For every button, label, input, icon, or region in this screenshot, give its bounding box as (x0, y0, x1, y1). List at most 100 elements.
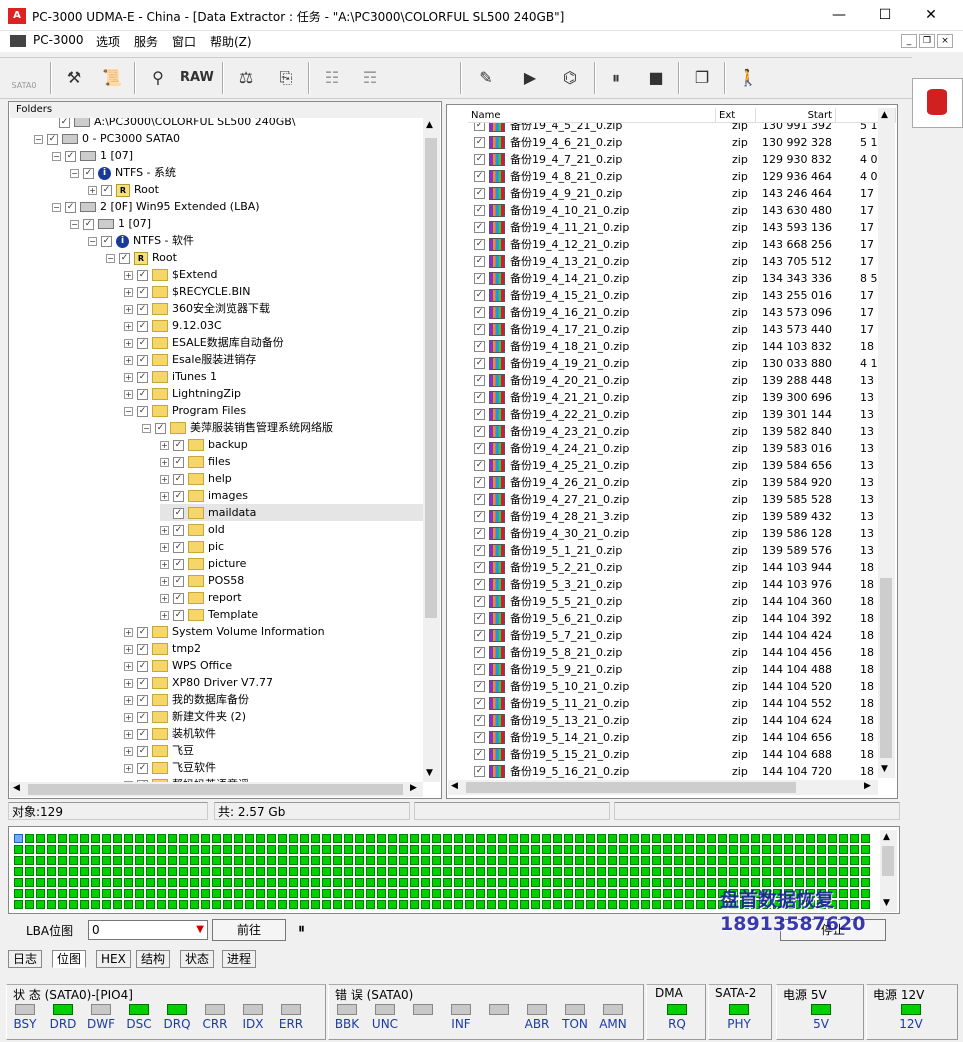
scroll-icon[interactable]: 📜 (96, 62, 128, 94)
expand-icon[interactable]: + (88, 185, 97, 195)
file-row[interactable]: ✓ 备份19_4_30_21_0.zip zip 139 586 128 13 7 (448, 525, 878, 542)
menu-service[interactable]: 服务 (134, 33, 158, 50)
checkbox[interactable]: ✓ (474, 681, 485, 692)
tree-node[interactable]: + ✓ 装机软件 (124, 725, 216, 742)
tree-node[interactable]: + ✓ XP80 Driver V7.77 (124, 674, 273, 691)
file-row[interactable]: ✓ 备份19_5_9_21_0.zip zip 144 104 488 18 2 (448, 661, 878, 678)
tree-node[interactable]: + ✓ $Extend (124, 266, 218, 283)
checkbox[interactable]: ✓ (474, 205, 485, 216)
checkbox[interactable]: ✓ (474, 239, 485, 250)
checkbox[interactable]: ✓ (137, 371, 148, 383)
file-row[interactable]: ✓ 备份19_4_6_21_0.zip zip 130 992 328 5 1 (448, 134, 878, 151)
column-ext[interactable]: Ext (716, 108, 756, 123)
tree-export-icon[interactable]: ☶ (354, 62, 386, 94)
checkbox[interactable]: ✓ (474, 426, 485, 437)
expand-icon[interactable]: + (160, 457, 169, 467)
list-scroll-thumb[interactable] (880, 578, 892, 758)
tab-bitmap[interactable]: 位图 (52, 950, 87, 968)
checkbox[interactable]: ✓ (173, 490, 184, 502)
file-row[interactable]: ✓ 备份19_5_10_21_0.zip zip 144 104 520 18 2 (448, 678, 878, 695)
checkbox[interactable]: ✓ (474, 443, 485, 454)
tree-node[interactable]: − ✓ 美萍服装销售管理系统网络版 (142, 419, 333, 436)
file-row[interactable]: ✓ 备份19_4_11_21_0.zip zip 143 593 136 17 7 (448, 219, 878, 236)
tree-node[interactable]: + ✓ old (160, 521, 225, 538)
file-row[interactable]: ✓ 备份19_4_17_21_0.zip zip 143 573 440 17 7 (448, 321, 878, 338)
tree-node[interactable]: + ✓ images (160, 487, 248, 504)
file-row[interactable]: ✓ 备份19_5_3_21_0.zip zip 144 103 976 18 2 (448, 576, 878, 593)
tree-node[interactable]: − ✓ 2 [0F] Win95 Extended (LBA) (52, 198, 260, 215)
checkbox[interactable]: ✓ (83, 167, 94, 179)
file-row[interactable]: ✓ 备份19_4_25_21_0.zip zip 139 584 656 13 7 (448, 457, 878, 474)
file-row[interactable]: ✓ 备份19_4_8_21_0.zip zip 129 936 464 4 0 (448, 168, 878, 185)
file-row[interactable]: ✓ 备份19_4_23_21_0.zip zip 139 582 840 13 7 (448, 423, 878, 440)
pause-icon[interactable]: ⏸ (600, 62, 632, 94)
tree-horizontal-scrollbar[interactable]: ◀ ▶ (10, 782, 423, 797)
expand-icon[interactable]: + (124, 338, 133, 348)
tree-node[interactable]: + ✓ help (160, 470, 232, 487)
scroll-left-icon[interactable]: ◀ (451, 781, 458, 791)
file-row[interactable]: ✓ 备份19_5_16_21_0.zip zip 144 104 720 18 2 (448, 763, 878, 778)
checkbox[interactable]: ✓ (474, 222, 485, 233)
checkbox[interactable]: ✓ (137, 320, 148, 332)
expand-icon[interactable]: + (124, 355, 133, 365)
collapse-icon[interactable]: − (70, 168, 79, 178)
checkbox[interactable]: ✓ (474, 562, 485, 573)
checkbox[interactable]: ✓ (474, 647, 485, 658)
file-row[interactable]: ✓ 备份19_4_18_21_0.zip zip 144 103 832 18 2 (448, 338, 878, 355)
tree-node[interactable]: + ✓ POS58 (160, 572, 244, 589)
edit-task-icon[interactable]: ✎ (470, 62, 502, 94)
binoculars-icon[interactable]: ⚲ (142, 62, 174, 94)
tree-node[interactable]: + ✓ WPS Office (124, 657, 232, 674)
file-row[interactable]: ✓ 备份19_4_16_21_0.zip zip 143 573 096 17 7 (448, 304, 878, 321)
checkbox[interactable]: ✓ (173, 473, 184, 485)
expand-icon[interactable]: + (160, 474, 169, 484)
tree-node[interactable]: + ✓ ESALE数据库自动备份 (124, 334, 284, 351)
expand-icon[interactable]: + (124, 763, 133, 773)
file-row[interactable]: ✓ 备份19_5_15_21_0.zip zip 144 104 688 18 2 (448, 746, 878, 763)
scroll-down-icon[interactable]: ▼ (426, 768, 433, 778)
tree-node[interactable]: + ✓ 飞豆软件 (124, 759, 216, 776)
tools-icon[interactable]: ⚒ (58, 62, 90, 94)
folder-tree[interactable]: ✓ A:\PC3000\COLORFUL SL500 240GB\ − ✓ 0 - PC… (10, 118, 423, 782)
tree-node[interactable]: + ✓ 飞豆 (124, 742, 194, 759)
checkbox[interactable]: ✓ (137, 762, 148, 774)
scroll-left-icon[interactable]: ◀ (13, 783, 20, 793)
checkbox[interactable]: ✓ (474, 528, 485, 539)
file-row[interactable]: ✓ 备份19_4_10_21_0.zip zip 143 630 480 17 7 (448, 202, 878, 219)
checkbox[interactable]: ✓ (474, 290, 485, 301)
checkbox[interactable]: ✓ (474, 596, 485, 607)
list-horizontal-scrollbar[interactable]: ◀ ▶ (448, 780, 878, 795)
file-row[interactable]: ✓ 备份19_4_12_21_0.zip zip 143 668 256 17 8 (448, 236, 878, 253)
balance-icon[interactable]: ⚖ (230, 62, 262, 94)
checkbox[interactable]: ✓ (474, 123, 485, 131)
expand-icon[interactable]: + (124, 729, 133, 739)
export-icon[interactable]: ⎘ (270, 62, 302, 94)
checkbox[interactable]: ✓ (474, 171, 485, 182)
checkbox[interactable]: ✓ (474, 154, 485, 165)
tree-node[interactable]: + ✓ backup (160, 436, 248, 453)
checkbox[interactable]: ✓ (47, 133, 58, 145)
mdi-close-button[interactable]: × (937, 34, 953, 48)
collapse-icon[interactable]: − (34, 134, 43, 144)
file-row[interactable]: ✓ 备份19_5_13_21_0.zip zip 144 104 624 18 2 (448, 712, 878, 729)
checkbox[interactable]: ✓ (137, 745, 148, 757)
collapse-icon[interactable]: − (70, 219, 79, 229)
expand-icon[interactable]: + (124, 287, 133, 297)
bitmap-scrollbar[interactable]: ▲ ▼ (880, 830, 897, 912)
tree-node[interactable]: + ✓ Template (160, 606, 258, 623)
tree-node[interactable]: − ✓ i NTFS - 系统 (70, 164, 176, 181)
file-row[interactable]: ✓ 备份19_4_15_21_0.zip zip 143 255 016 17 4 (448, 287, 878, 304)
file-row[interactable]: ✓ 备份19_4_13_21_0.zip zip 143 705 512 17 8 (448, 253, 878, 270)
maximize-button[interactable]: ☐ (862, 0, 908, 31)
stop-icon[interactable]: ■ (640, 62, 672, 94)
collapse-icon[interactable]: − (52, 202, 61, 212)
file-row[interactable]: ✓ 备份19_4_7_21_0.zip zip 129 930 832 4 0 (448, 151, 878, 168)
checkbox[interactable]: ✓ (474, 732, 485, 743)
side-database-button[interactable] (912, 78, 963, 128)
file-row[interactable]: ✓ 备份19_5_7_21_0.zip zip 144 104 424 18 2 (448, 627, 878, 644)
expand-icon[interactable]: + (124, 678, 133, 688)
column-name[interactable]: Name (468, 108, 716, 123)
checkbox[interactable]: ✓ (474, 409, 485, 420)
checkbox[interactable]: ✓ (137, 405, 148, 417)
menu-window[interactable]: 窗口 (172, 33, 196, 50)
